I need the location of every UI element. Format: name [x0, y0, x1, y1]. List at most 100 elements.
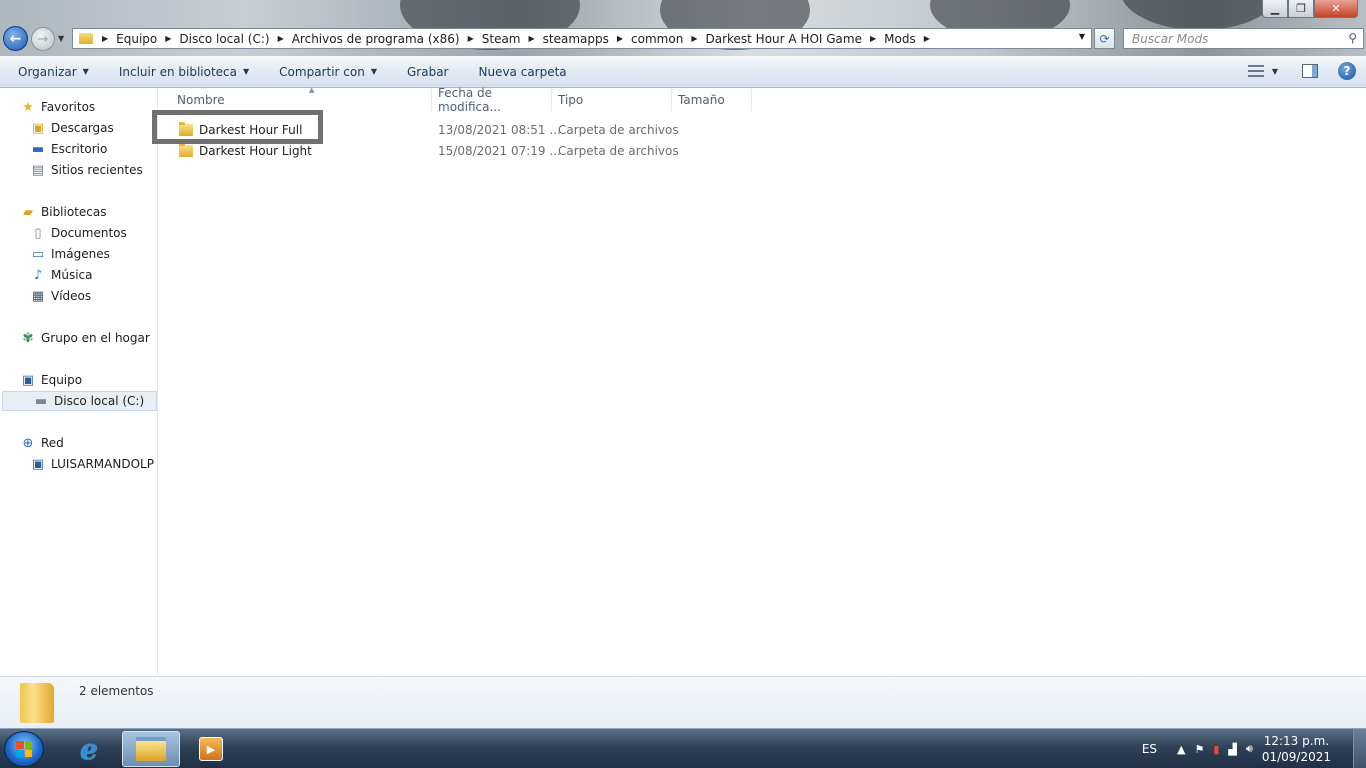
sidebar-label: Grupo en el hogar	[41, 331, 150, 345]
chevron-right-icon[interactable]: ▶	[524, 34, 540, 43]
sort-ascending-icon: ▲	[309, 86, 315, 94]
homegroup-icon: ✾	[22, 330, 34, 346]
star-icon: ★	[22, 99, 34, 115]
column-header-date[interactable]: Fecha de modifica...	[432, 86, 552, 114]
breadcrumb-equipo[interactable]: Equipo	[113, 32, 160, 46]
chevron-right-icon[interactable]: ▶	[463, 34, 479, 43]
sidebar-label: Vídeos	[51, 289, 92, 303]
sidebar-item-downloads[interactable]: ▣ Descargas	[0, 118, 158, 138]
sidebar-item-homegroup[interactable]: ✾ Grupo en el hogar	[0, 328, 158, 348]
sidebar-item-desktop[interactable]: ▬ Escritorio	[0, 139, 158, 159]
search-input[interactable]: Buscar Mods ⚲	[1123, 28, 1364, 49]
power-icon[interactable]: ▮	[1213, 743, 1219, 756]
chevron-right-icon[interactable]: ▶	[273, 34, 289, 43]
close-button[interactable]: ✕	[1314, 0, 1358, 18]
new-folder-button[interactable]: Nueva carpeta	[478, 65, 566, 79]
table-row[interactable]: Darkest Hour Full 13/08/2021 08:51 ... C…	[159, 119, 1366, 140]
wallpaper-shape	[1120, 0, 1280, 30]
search-placeholder: Buscar Mods	[1132, 31, 1209, 46]
sidebar-item-local-disk[interactable]: ▬ Disco local (C:)	[2, 391, 157, 411]
internet-explorer-icon: e	[80, 732, 98, 766]
help-icon[interactable]: ?	[1338, 62, 1356, 80]
column-header-type[interactable]: Tipo	[552, 89, 672, 111]
breadcrumb-common[interactable]: common	[628, 32, 686, 46]
taskbar-media-player[interactable]: ▶	[182, 731, 240, 767]
column-header-name[interactable]: Nombre ▲	[171, 86, 432, 111]
sidebar-label: Red	[41, 436, 64, 450]
clock[interactable]: 12:13 p.m. 01/09/2021	[1262, 733, 1331, 765]
breadcrumb-disco-local[interactable]: Disco local (C:)	[176, 32, 272, 46]
burn-button[interactable]: Grabar	[407, 65, 449, 79]
action-center-flag-icon[interactable]: ⚑	[1194, 743, 1204, 756]
chevron-right-icon[interactable]: ▶	[97, 34, 113, 43]
sidebar-item-documents[interactable]: ▯ Documentos	[0, 223, 158, 243]
column-header-size[interactable]: Tamaño	[672, 89, 752, 111]
view-options-icon[interactable]	[1247, 65, 1264, 77]
maximize-button[interactable]: ❐	[1288, 0, 1314, 18]
windows-logo-icon	[16, 741, 32, 757]
sidebar-label: Bibliotecas	[41, 205, 107, 219]
music-note-icon: ♪	[33, 267, 43, 283]
breadcrumb-archivos-programa[interactable]: Archivos de programa (x86)	[289, 32, 463, 46]
taskbar-internet-explorer[interactable]: e	[60, 731, 118, 767]
chevron-right-icon[interactable]: ▶	[919, 34, 935, 43]
windows-explorer-icon	[136, 737, 166, 761]
address-bar[interactable]: ▶ Equipo ▶ Disco local (C:) ▶ Archivos d…	[72, 28, 1092, 49]
sidebar-label: Escritorio	[51, 142, 108, 156]
preview-pane-icon[interactable]	[1302, 64, 1318, 78]
sidebar-item-music[interactable]: ♪ Música	[0, 265, 158, 285]
sidebar-item-videos[interactable]: ▦ Vídeos	[0, 286, 158, 306]
show-hidden-icons-icon[interactable]: ▲	[1177, 743, 1185, 756]
clock-time: 12:13 p.m.	[1263, 734, 1330, 748]
file-name: Darkest Hour Light	[199, 143, 312, 158]
sidebar-item-network-pc[interactable]: ▣ LUISARMANDOLP	[0, 454, 158, 474]
search-icon[interactable]: ⚲	[1348, 31, 1357, 45]
start-button[interactable]	[4, 731, 44, 767]
share-with-button[interactable]: Compartir con ▼	[279, 65, 377, 79]
sidebar-item-network[interactable]: ⊕ Red	[0, 433, 158, 453]
minimize-button[interactable]: ▁	[1262, 0, 1288, 18]
network-signal-icon[interactable]: ▟	[1228, 743, 1236, 756]
chevron-right-icon[interactable]: ▶	[612, 34, 628, 43]
table-row[interactable]: Darkest Hour Light 15/08/2021 07:19 ... …	[159, 140, 1366, 161]
sidebar-item-favorites[interactable]: ★ Favoritos	[0, 97, 158, 117]
sidebar-label: Sitios recientes	[51, 163, 143, 177]
network-icon: ⊕	[22, 435, 34, 451]
breadcrumb-steam[interactable]: Steam	[479, 32, 524, 46]
highlight-annotation-box	[152, 110, 323, 144]
sidebar-item-recent[interactable]: ▤ Sitios recientes	[0, 160, 158, 180]
forward-button[interactable]: →	[31, 27, 55, 51]
image-icon: ▭	[31, 246, 45, 262]
organize-button[interactable]: Organizar ▼	[18, 65, 89, 79]
file-type: Carpeta de archivos	[558, 122, 679, 137]
breadcrumb-steamapps[interactable]: steamapps	[540, 32, 612, 46]
view-controls: ▼ ?	[1247, 62, 1356, 80]
navigation-pane: ★ Favoritos ▣ Descargas ▬ Escritorio ▤ S…	[0, 89, 158, 676]
sidebar-label: Equipo	[41, 373, 83, 387]
sidebar-item-libraries[interactable]: ▰ Bibliotecas	[0, 202, 158, 222]
refresh-button[interactable]: ⟳	[1094, 28, 1115, 49]
downloads-icon: ▣	[31, 120, 45, 136]
details-pane: 2 elementos	[0, 676, 1366, 728]
folder-icon	[20, 683, 54, 723]
chevron-right-icon[interactable]: ▶	[865, 34, 881, 43]
caret-down-icon[interactable]: ▼	[1272, 67, 1278, 76]
show-desktop-button[interactable]	[1353, 729, 1366, 768]
hard-drive-icon: ▬	[34, 393, 48, 409]
document-icon: ▯	[34, 225, 42, 241]
taskbar-windows-explorer[interactable]	[122, 731, 180, 767]
chevron-right-icon[interactable]: ▶	[686, 34, 702, 43]
back-button[interactable]: ←	[3, 26, 28, 51]
language-indicator[interactable]: ES	[1142, 742, 1157, 756]
volume-icon[interactable]: 🔊︎	[1246, 742, 1253, 756]
chevron-down-icon[interactable]: ▼	[1079, 32, 1085, 41]
recent-pages-dropdown[interactable]: ▼	[58, 34, 64, 43]
caret-down-icon: ▼	[82, 67, 89, 76]
sidebar-item-computer[interactable]: ▣ Equipo	[0, 370, 158, 390]
sidebar-label: Música	[51, 268, 93, 282]
include-library-button[interactable]: Incluir en biblioteca ▼	[119, 65, 249, 79]
sidebar-item-images[interactable]: ▭ Imágenes	[0, 244, 158, 264]
breadcrumb-darkest-hour[interactable]: Darkest Hour A HOI Game	[702, 32, 865, 46]
breadcrumb-mods[interactable]: Mods	[881, 32, 919, 46]
chevron-right-icon[interactable]: ▶	[160, 34, 176, 43]
